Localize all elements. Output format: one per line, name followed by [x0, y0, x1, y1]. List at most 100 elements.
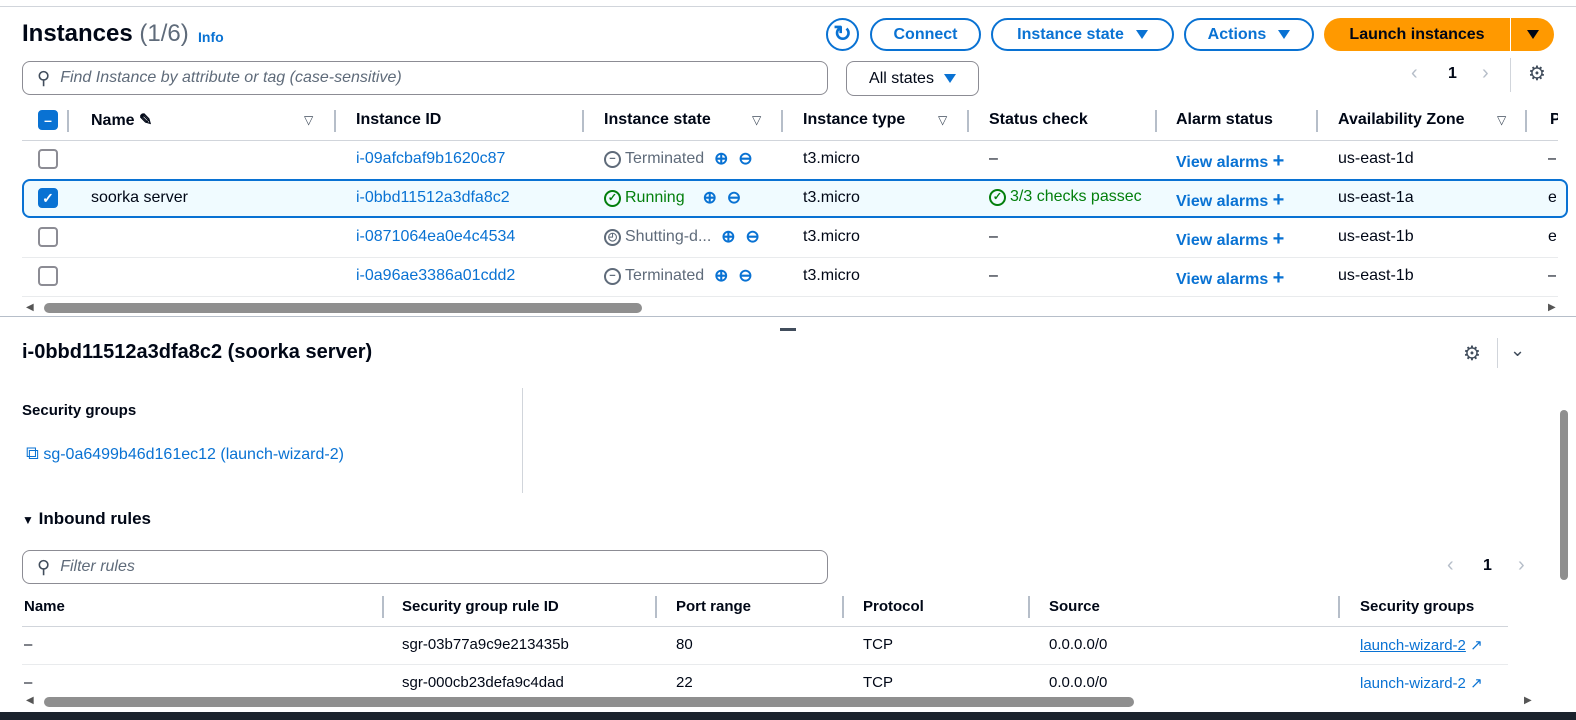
zoom-out-icon[interactable]: ⊖ [746, 227, 760, 247]
collapse-chevron-icon[interactable]: ⌄ [1510, 340, 1525, 361]
zoom-out-icon[interactable]: ⊖ [727, 188, 741, 208]
page-number[interactable]: 1 [1448, 65, 1457, 83]
zoom-out-icon[interactable]: ⊖ [738, 266, 752, 286]
connect-button[interactable]: Connect [870, 18, 981, 51]
col-divider[interactable] [334, 110, 336, 132]
col-name[interactable]: Name ✎ [91, 110, 152, 130]
zoom-in-icon[interactable]: ⊕ [714, 266, 728, 286]
launch-instances-button[interactable]: Launch instances [1324, 18, 1510, 51]
prev-page-button[interactable]: ‹ [1447, 554, 1454, 577]
scroll-left-arrow[interactable]: ◀ [26, 695, 34, 706]
instance-search-input[interactable]: ⚲ Find Instance by attribute or tag (case… [22, 61, 828, 95]
select-all-checkbox[interactable]: – [38, 110, 58, 130]
state-filter-select[interactable]: All states [846, 61, 979, 96]
col-divider[interactable] [1028, 596, 1030, 618]
col-divider[interactable] [967, 110, 969, 132]
col-divider[interactable] [582, 110, 584, 132]
search-icon: ⚲ [37, 556, 51, 577]
copy-icon: ⧉ [26, 443, 39, 463]
rules-col-protocol[interactable]: Protocol [863, 598, 924, 615]
col-status-check[interactable]: Status check [989, 111, 1088, 129]
header-line [22, 140, 1558, 141]
rules-col-source[interactable]: Source [1049, 598, 1100, 615]
sort-icon[interactable]: ▽ [752, 113, 761, 127]
refresh-button[interactable]: ↻ [826, 18, 859, 51]
vertical-scrollbar[interactable] [1560, 410, 1568, 580]
col-instance-id[interactable]: Instance ID [356, 111, 441, 129]
col-divider[interactable] [655, 596, 657, 618]
view-alarms-link[interactable]: View alarms + [1176, 150, 1284, 173]
caret-down-icon: ▼ [22, 513, 34, 527]
edit-pencil-icon: ✎ [139, 112, 153, 129]
rules-col-port[interactable]: Port range [676, 598, 751, 615]
col-name-label: Name [91, 112, 135, 129]
details-settings-gear-icon[interactable]: ⚙ [1463, 341, 1481, 366]
scroll-left-arrow[interactable]: ◀ [26, 302, 34, 313]
row-checkbox[interactable] [38, 227, 58, 247]
next-page-button[interactable]: › [1518, 554, 1525, 577]
rules-horizontal-scrollbar[interactable] [44, 697, 1134, 707]
sort-icon[interactable]: ▽ [304, 113, 313, 127]
col-divider[interactable] [1525, 110, 1527, 132]
col-divider[interactable] [382, 596, 384, 618]
rule-sg-link[interactable]: launch-wizard-2 ↗ [1360, 636, 1483, 654]
col-divider[interactable] [842, 596, 844, 618]
resize-handle[interactable] [780, 328, 796, 331]
terminated-icon: − [604, 267, 621, 285]
rule-port: 22 [676, 674, 693, 691]
actions-button[interactable]: Actions [1184, 18, 1314, 51]
table-row-selected[interactable] [22, 179, 1568, 218]
rule-sg-link[interactable]: launch-wizard-2 ↗ [1360, 674, 1483, 692]
cell-az: us-east-1a [1338, 189, 1414, 206]
col-divider[interactable] [1155, 110, 1157, 132]
next-page-button[interactable]: › [1482, 62, 1489, 85]
inbound-rules-toggle[interactable]: ▼ Inbound rules [22, 509, 151, 529]
sort-icon[interactable]: ▽ [1497, 113, 1506, 127]
instance-state-button[interactable]: Instance state [991, 18, 1174, 51]
cell-type: t3.micro [803, 228, 860, 245]
instance-id-link[interactable]: i-09afcbaf9b1620c87 [356, 150, 505, 168]
row-checkbox[interactable] [38, 266, 58, 286]
view-alarms-link[interactable]: View alarms + [1176, 267, 1284, 290]
col-alarm-status[interactable]: Alarm status [1176, 111, 1273, 129]
instance-id-link[interactable]: i-0a96ae3386a01cdd2 [356, 267, 515, 285]
horizontal-scrollbar[interactable] [44, 303, 642, 313]
instance-id-link[interactable]: i-0871064ea0e4c4534 [356, 228, 515, 246]
col-divider[interactable] [781, 110, 783, 132]
rules-col-rule-id[interactable]: Security group rule ID [402, 598, 559, 615]
instance-id-link[interactable]: i-0bbd11512a3dfa8c2 [356, 189, 510, 207]
col-divider[interactable] [1338, 596, 1340, 618]
rule-protocol: TCP [863, 674, 893, 691]
prev-page-button[interactable]: ‹ [1411, 62, 1418, 85]
col-instance-type[interactable]: Instance type [803, 111, 905, 129]
col-instance-state[interactable]: Instance state [604, 111, 711, 129]
cell-az: us-east-1b [1338, 267, 1414, 284]
zoom-in-icon[interactable]: ⊕ [714, 149, 728, 169]
scroll-right-arrow[interactable]: ▶ [1548, 302, 1556, 313]
row-checkbox[interactable] [38, 149, 58, 169]
rule-protocol: TCP [863, 636, 893, 653]
security-group-link[interactable]: ⧉ sg-0a6499b46d161ec12 (launch-wizard-2) [26, 443, 344, 464]
view-alarms-link[interactable]: View alarms + [1176, 228, 1284, 251]
col-divider[interactable] [1316, 110, 1318, 132]
col-availability-zone[interactable]: Availability Zone [1338, 111, 1465, 129]
rules-col-name[interactable]: Name [24, 598, 65, 615]
col-truncated[interactable]: P [1550, 111, 1558, 129]
rules-col-security-groups[interactable]: Security groups [1360, 598, 1474, 615]
filter-rules-input[interactable]: ⚲ Filter rules [22, 550, 828, 584]
sort-icon[interactable]: ▽ [938, 113, 947, 127]
zoom-out-icon[interactable]: ⊖ [738, 149, 752, 169]
launch-dropdown-button[interactable] [1511, 18, 1554, 51]
view-alarms-link[interactable]: View alarms + [1176, 189, 1284, 212]
caret-down-icon [1526, 30, 1539, 39]
zoom-in-icon[interactable]: ⊕ [703, 188, 717, 208]
rules-page-number[interactable]: 1 [1483, 557, 1492, 575]
scroll-right-arrow[interactable]: ▶ [1524, 695, 1532, 706]
cell-state: − Terminated ⊕ ⊖ [604, 149, 753, 169]
zoom-in-icon[interactable]: ⊕ [721, 227, 735, 247]
plus-icon: + [1272, 189, 1285, 211]
cell-type: t3.micro [803, 267, 860, 284]
settings-gear-icon[interactable]: ⚙ [1528, 61, 1546, 86]
info-link[interactable]: Info [198, 29, 224, 45]
row-checkbox[interactable]: ✓ [38, 188, 58, 208]
